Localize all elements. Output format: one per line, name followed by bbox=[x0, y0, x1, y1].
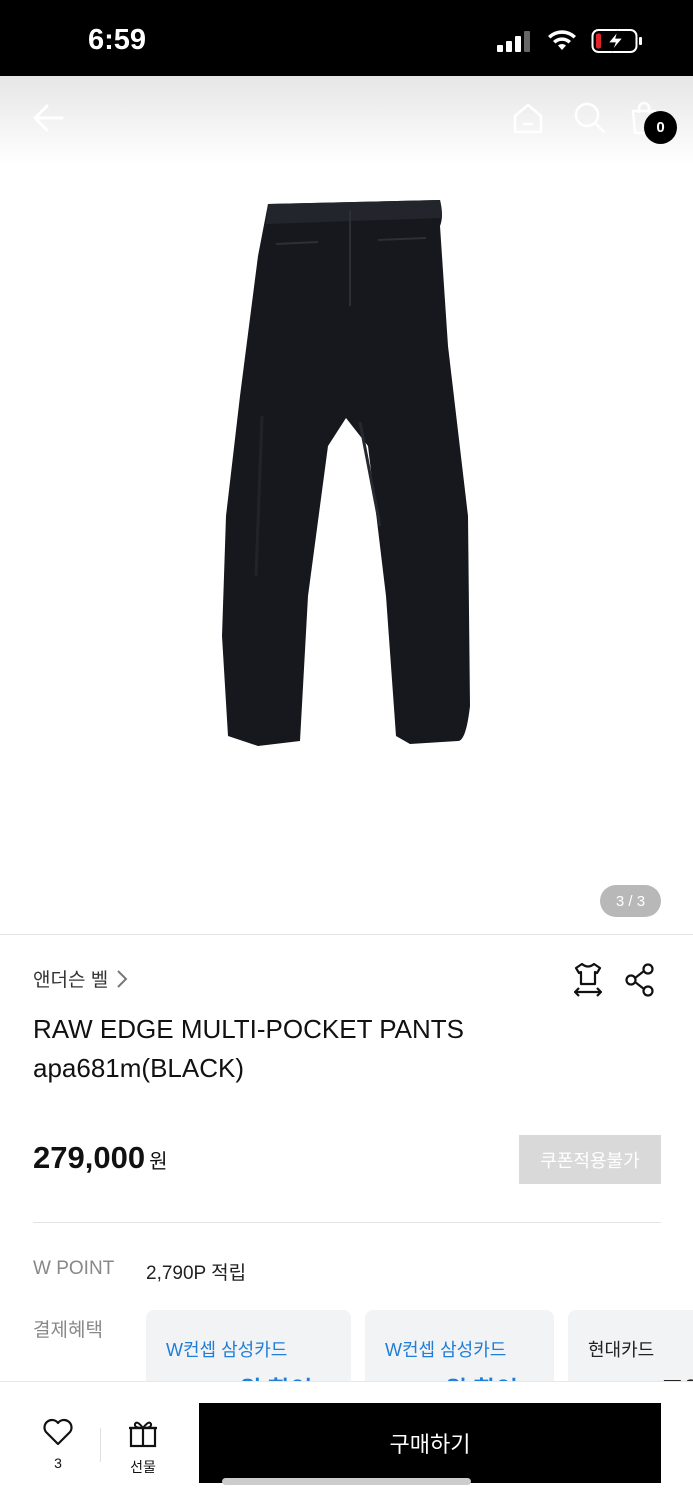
pants-image bbox=[222, 200, 470, 746]
price: 279,000 bbox=[33, 1140, 146, 1175]
divider bbox=[100, 1428, 101, 1462]
signal-icon bbox=[497, 31, 530, 52]
card-title: W컨셉 삼성카드 bbox=[166, 1340, 288, 1360]
currency: 원 bbox=[149, 1151, 168, 1173]
buy-button[interactable]: 구매하기 bbox=[199, 1403, 661, 1483]
gift-icon bbox=[129, 1421, 157, 1448]
product-actions bbox=[572, 961, 656, 997]
wifi-icon bbox=[548, 30, 576, 50]
cart-count-badge: 0 bbox=[644, 111, 677, 144]
gift-button[interactable]: 선물 bbox=[121, 1418, 165, 1477]
page-indicator: 3 / 3 bbox=[600, 885, 661, 917]
product-title: RAW EDGE MULTI-POCKET PANTS apa681m(BLAC… bbox=[33, 1014, 464, 1083]
card-title: 현대카드 bbox=[588, 1340, 655, 1360]
benefit-label: 결제혜택 bbox=[33, 1320, 103, 1341]
card-title: W컨셉 삼성카드 bbox=[385, 1340, 507, 1360]
home-icon bbox=[513, 103, 543, 134]
gift-label: 선물 bbox=[130, 1459, 156, 1475]
status-time: 6:59 bbox=[88, 24, 147, 56]
top-nav bbox=[0, 76, 693, 160]
point-label: W POINT bbox=[33, 1258, 115, 1279]
brand-link[interactable]: 앤더슨 벨 bbox=[33, 965, 128, 992]
price-row: 279,000 원 bbox=[33, 1140, 167, 1176]
share-icon[interactable] bbox=[624, 961, 656, 997]
coupon-button: 쿠폰적용불가 bbox=[519, 1135, 661, 1184]
divider bbox=[33, 1222, 661, 1223]
heart-icon bbox=[43, 1418, 73, 1446]
search-button[interactable] bbox=[570, 98, 610, 138]
search-icon bbox=[574, 102, 606, 134]
back-arrow-icon bbox=[33, 104, 64, 132]
point-value: 2,790P 적립 bbox=[146, 1263, 247, 1284]
product-image[interactable]: 3 / 3 bbox=[0, 76, 693, 934]
status-icons bbox=[497, 28, 643, 54]
brand-name: 앤더슨 벨 bbox=[33, 970, 109, 991]
home-button[interactable] bbox=[508, 98, 548, 138]
divider bbox=[0, 934, 693, 935]
home-indicator bbox=[222, 1478, 471, 1485]
size-guide-icon[interactable] bbox=[572, 961, 604, 997]
status-bar: 6:59 bbox=[0, 0, 693, 76]
back-button[interactable] bbox=[28, 98, 68, 138]
chevron-right-icon bbox=[117, 969, 128, 988]
like-count: 3 bbox=[54, 1455, 62, 1471]
like-button[interactable]: 3 bbox=[36, 1418, 80, 1471]
battery-icon bbox=[591, 29, 642, 53]
